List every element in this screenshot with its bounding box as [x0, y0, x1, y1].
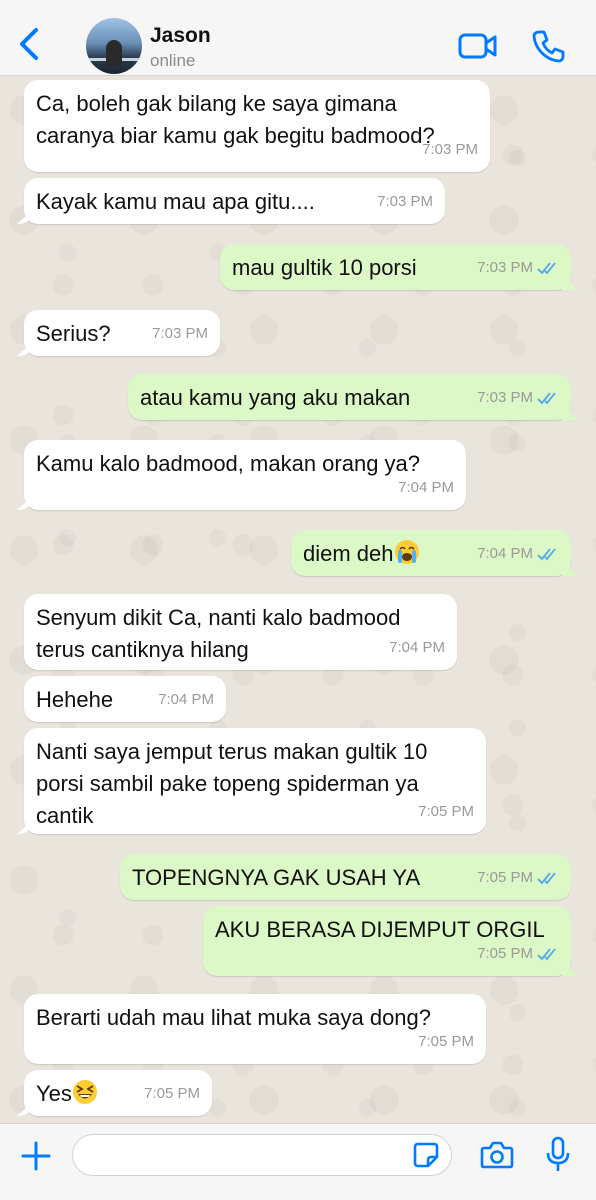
chat-header: Jason online	[0, 0, 596, 76]
message-time: 7:03 PM	[152, 325, 208, 342]
contact-status: online	[150, 51, 196, 70]
camera-icon	[480, 1141, 514, 1169]
message-bubble-incoming[interactable]: Senyum dikit Ca, nanti kalo badmood teru…	[24, 594, 457, 670]
message-time: 7:04 PM	[477, 545, 533, 562]
message-text: Kamu kalo badmood, makan orang ya?	[36, 451, 421, 476]
voice-call-button[interactable]	[530, 28, 566, 64]
read-receipt-icon	[537, 948, 556, 961]
contact-name[interactable]: Jason	[150, 24, 211, 48]
message-text: Nanti saya jemput terus makan gultik 10 …	[36, 739, 428, 828]
message-composer	[0, 1123, 596, 1200]
message-time: 7:05 PM	[477, 869, 533, 886]
phone-icon	[532, 30, 565, 63]
message-text: diem deh	[303, 541, 394, 566]
message-input[interactable]	[72, 1134, 452, 1176]
message-time: 7:05 PM	[144, 1085, 200, 1102]
avatar[interactable]	[86, 18, 142, 74]
back-button[interactable]	[10, 22, 46, 66]
message-time: 7:05 PM	[477, 945, 533, 962]
message-bubble-incoming[interactable]: Kayak kamu mau apa gitu.... 7:03 PM	[24, 178, 445, 224]
message-text: Yes	[36, 1081, 72, 1106]
read-receipt-icon	[537, 872, 556, 885]
plus-icon	[21, 1141, 51, 1171]
loudly-crying-face-icon	[394, 540, 419, 564]
message-text: Kayak kamu mau apa gitu....	[36, 189, 315, 214]
message-bubble-incoming[interactable]: Ca, boleh gak bilang ke saya gimana cara…	[24, 80, 490, 172]
read-receipt-icon	[537, 548, 556, 561]
message-time: 7:03 PM	[477, 259, 533, 276]
message-bubble-outgoing[interactable]: AKU BERASA DIJEMPUT ORGIL 7:05 PM	[203, 906, 571, 976]
chat-messages[interactable]: Ca, boleh gak bilang ke saya gimana cara…	[0, 77, 596, 1123]
message-time: 7:04 PM	[158, 691, 214, 708]
message-time: 7:05 PM	[418, 803, 474, 820]
grinning-squinting-face-icon	[72, 1080, 97, 1104]
message-bubble-outgoing[interactable]: mau gultik 10 porsi 7:03 PM	[220, 244, 571, 290]
chevron-left-icon	[20, 28, 38, 60]
message-bubble-outgoing[interactable]: diem deh 7:04 PM	[291, 530, 571, 576]
message-bubble-outgoing[interactable]: atau kamu yang aku makan 7:03 PM	[128, 374, 571, 420]
read-receipt-icon	[537, 392, 556, 405]
message-bubble-incoming[interactable]: Nanti saya jemput terus makan gultik 10 …	[24, 728, 486, 834]
message-time: 7:04 PM	[398, 479, 454, 496]
message-text: Berarti udah mau lihat muka saya dong?	[36, 1005, 432, 1030]
message-time: 7:05 PM	[418, 1033, 474, 1050]
message-time: 7:03 PM	[477, 389, 533, 406]
message-bubble-incoming[interactable]: Yes 7:05 PM	[24, 1070, 212, 1116]
message-bubble-incoming[interactable]: Kamu kalo badmood, makan orang ya? 7:04 …	[24, 440, 466, 510]
attach-button[interactable]	[20, 1140, 52, 1172]
microphone-icon	[546, 1136, 570, 1171]
video-camera-icon	[458, 33, 497, 59]
sticker-icon	[413, 1142, 439, 1168]
read-receipt-icon	[537, 262, 556, 275]
camera-button[interactable]	[480, 1140, 514, 1170]
sticker-button[interactable]	[412, 1141, 440, 1169]
message-time: 7:03 PM	[422, 141, 478, 158]
voice-message-button[interactable]	[546, 1136, 570, 1174]
message-text: Senyum dikit Ca, nanti kalo badmood teru…	[36, 605, 401, 662]
message-time: 7:03 PM	[377, 193, 433, 210]
message-text: Ca, boleh gak bilang ke saya gimana cara…	[36, 91, 435, 148]
message-bubble-incoming[interactable]: Berarti udah mau lihat muka saya dong? 7…	[24, 994, 486, 1064]
message-time: 7:04 PM	[389, 639, 445, 656]
message-bubble-incoming[interactable]: Serius? 7:03 PM	[24, 310, 220, 356]
message-bubble-outgoing[interactable]: TOPENGNYA GAK USAH YA 7:05 PM	[120, 854, 571, 900]
video-call-button[interactable]	[458, 30, 498, 62]
message-bubble-incoming[interactable]: Hehehe 7:04 PM	[24, 676, 226, 722]
